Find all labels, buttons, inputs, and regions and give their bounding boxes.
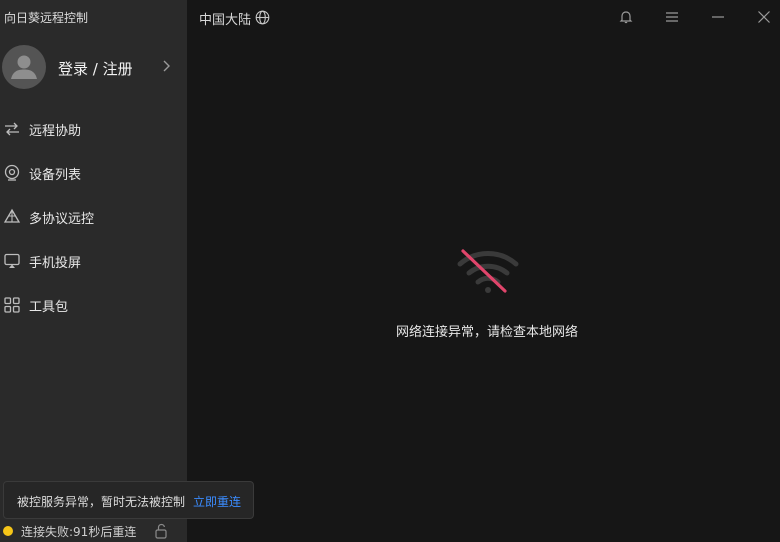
login-register-label: 登录 / 注册	[58, 60, 133, 78]
login-register-button[interactable]: 登录 / 注册	[2, 45, 185, 91]
connection-status-text: 连接失败:91秒后重连	[21, 525, 137, 539]
sidebar-item-remote-assist[interactable]: 远程协助	[0, 109, 187, 149]
app-window: 向日葵远程控制 登录 / 注册 远程协助 设备列表 多协议远控 手机投屏 工具包…	[0, 0, 780, 542]
app-title: 向日葵远程控制	[4, 11, 89, 25]
bell-icon[interactable]	[618, 9, 634, 25]
device-list-icon	[4, 164, 20, 181]
sidebar: 向日葵远程控制 登录 / 注册 远程协助 设备列表 多协议远控 手机投屏 工具包…	[0, 0, 187, 542]
multi-protocol-icon	[3, 208, 21, 223]
avatar	[2, 45, 46, 89]
sidebar-item-label: 工具包	[29, 300, 69, 315]
sidebar-item-toolkit[interactable]: 工具包	[0, 285, 187, 325]
sidebar-item-label: 远程协助	[29, 124, 82, 139]
toast-message: 被控服务异常，暂时无法被控制	[17, 495, 186, 509]
menu-icon[interactable]	[664, 9, 680, 25]
sidebar-item-label: 多协议远控	[29, 212, 95, 227]
sidebar-item-device-list[interactable]: 设备列表	[0, 153, 187, 193]
sidebar-item-screen-cast[interactable]: 手机投屏	[0, 241, 187, 281]
user-avatar-icon	[11, 55, 37, 79]
reconnect-now-link[interactable]: 立即重连	[193, 493, 241, 510]
close-icon[interactable]	[756, 9, 772, 25]
region-label: 中国大陆	[199, 13, 252, 28]
toolkit-icon	[4, 297, 20, 313]
region-selector[interactable]: 中国大陆	[199, 9, 270, 28]
globe-icon	[255, 10, 270, 25]
network-error-message: 网络连接异常，请检查本地网络	[396, 325, 579, 340]
network-offline-icon	[457, 249, 519, 293]
minimize-icon[interactable]	[710, 9, 726, 25]
sidebar-item-multi-protocol[interactable]: 多协议远控	[0, 197, 187, 237]
chevron-right-icon	[163, 60, 170, 72]
screen-cast-icon	[4, 253, 20, 268]
unlock-icon[interactable]	[154, 523, 168, 539]
sidebar-item-label: 手机投屏	[29, 256, 82, 271]
service-error-toast: 被控服务异常，暂时无法被控制 立即重连	[3, 481, 254, 519]
sidebar-item-label: 设备列表	[29, 168, 82, 183]
status-indicator-dot	[3, 526, 13, 536]
remote-assist-icon	[5, 122, 19, 136]
connection-status-bar: 连接失败:91秒后重连	[0, 521, 187, 542]
